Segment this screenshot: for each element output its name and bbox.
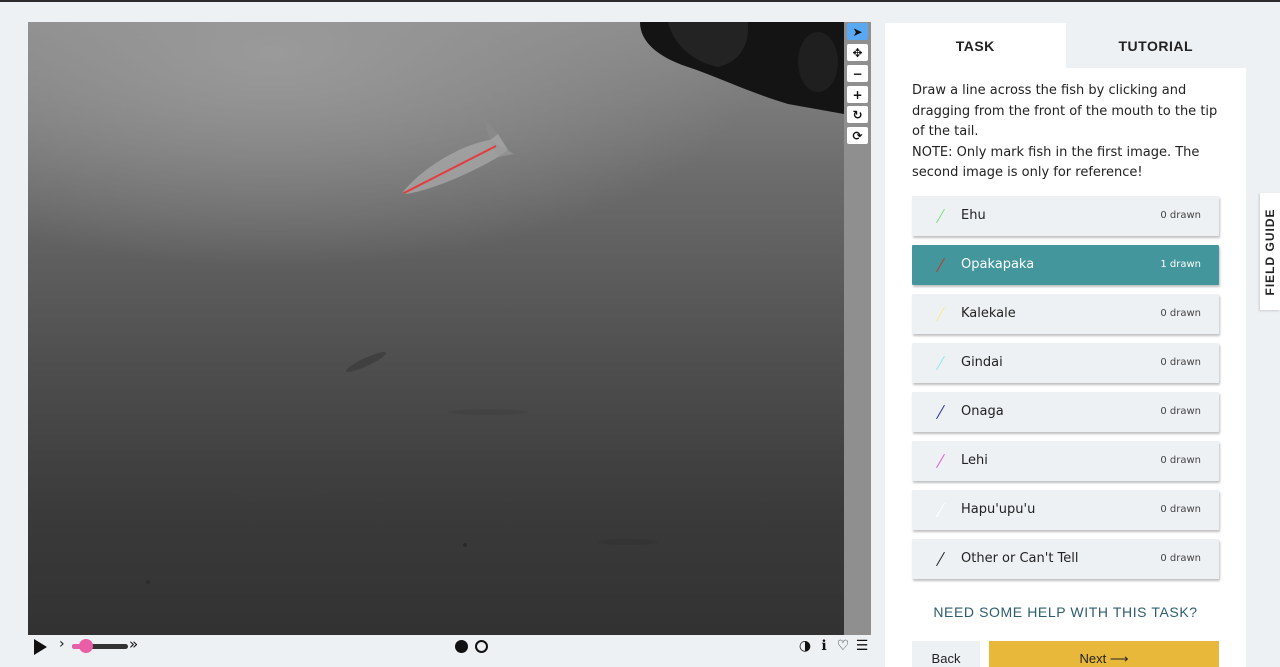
viewer-actions: ◑ ℹ ♡ ☰: [798, 636, 869, 656]
speed-slider-thumb[interactable]: [79, 639, 93, 653]
line-tool-icon: [936, 208, 945, 224]
choice-label: Other or Can't Tell: [961, 551, 1079, 566]
choice-gindai[interactable]: Gindai 0 drawn: [912, 343, 1219, 383]
choice-label: Onaga: [961, 404, 1004, 419]
frame-1-dot[interactable]: [455, 640, 468, 653]
choice-count: 0 drawn: [1160, 210, 1201, 221]
help-link[interactable]: NEED SOME HELP WITH THIS TASK?: [885, 604, 1246, 620]
slower-icon[interactable]: ›: [59, 636, 65, 652]
rotate-icon[interactable]: ↻: [847, 106, 868, 123]
choice-kalekale[interactable]: Kalekale 0 drawn: [912, 294, 1219, 334]
line-tool-icon: [936, 257, 945, 273]
play-icon[interactable]: [34, 639, 47, 655]
viewer-toolbar: ➤ ✥ − + ↻ ⟳: [844, 22, 871, 635]
reset-icon[interactable]: ⟳: [847, 127, 868, 144]
choice-lehi[interactable]: Lehi 0 drawn: [912, 441, 1219, 481]
tab-task[interactable]: TASK: [885, 23, 1066, 68]
choice-onaga[interactable]: Onaga 0 drawn: [912, 392, 1219, 432]
choice-count: 1 drawn: [1160, 259, 1201, 270]
choice-count: 0 drawn: [1160, 357, 1201, 368]
task-instructions: Draw a line across the fish by clicking …: [912, 81, 1232, 184]
choice-count: 0 drawn: [1160, 553, 1201, 564]
subject-viewer[interactable]: ➤ ✥ − + ↻ ⟳: [28, 22, 871, 635]
line-tool-icon: [936, 355, 945, 371]
tab-tutorial[interactable]: TUTORIAL: [1065, 23, 1246, 68]
choice-label: Lehi: [961, 453, 988, 468]
line-tool-icon: [936, 551, 945, 567]
invert-icon[interactable]: ◑: [798, 636, 812, 656]
choice-other[interactable]: Other or Can't Tell 0 drawn: [912, 539, 1219, 579]
species-choices: Ehu 0 drawn Opakapaka 1 drawn Kalekale 0…: [912, 196, 1219, 588]
zoom-in-icon[interactable]: +: [847, 86, 868, 103]
fish: [403, 117, 514, 194]
field-guide-label: FIELD GUIDE: [1263, 207, 1277, 296]
zoom-out-icon[interactable]: −: [847, 65, 868, 82]
image-overlay: [146, 22, 844, 584]
task-panel: TASK TUTORIAL Draw a line across the fis…: [885, 23, 1246, 667]
line-tool-icon: [936, 404, 945, 420]
choice-ehu[interactable]: Ehu 0 drawn: [912, 196, 1219, 236]
choice-label: Kalekale: [961, 306, 1016, 321]
choice-count: 0 drawn: [1160, 406, 1201, 417]
choice-label: Hapu'upu'u: [961, 502, 1036, 517]
info-icon[interactable]: ℹ: [817, 636, 831, 656]
pointer-icon[interactable]: ➤: [847, 23, 868, 40]
frame-2-dot[interactable]: [475, 640, 488, 653]
choice-label: Gindai: [961, 355, 1003, 370]
drawn-line-opakapaka[interactable]: [403, 145, 497, 194]
choice-count: 0 drawn: [1160, 504, 1201, 515]
collections-icon[interactable]: ☰: [855, 636, 869, 656]
choice-opakapaka[interactable]: Opakapaka 1 drawn: [912, 245, 1219, 285]
choice-label: Ehu: [961, 208, 986, 223]
back-button[interactable]: Back: [912, 641, 980, 667]
line-tool-icon: [936, 453, 945, 469]
favorite-icon[interactable]: ♡: [836, 636, 850, 656]
field-guide-tab[interactable]: FIELD GUIDE: [1260, 193, 1280, 310]
line-tool-icon: [936, 502, 945, 518]
move-icon[interactable]: ✥: [847, 44, 868, 61]
task-tabs: TASK TUTORIAL: [885, 23, 1246, 68]
instruction-text: Draw a line across the fish by clicking …: [912, 83, 1218, 139]
playback-controls: › » ◑ ℹ ♡ ☰: [28, 635, 871, 658]
subject-image[interactable]: [28, 22, 844, 635]
choice-count: 0 drawn: [1160, 455, 1201, 466]
choice-label: Opakapaka: [961, 257, 1035, 272]
faster-icon[interactable]: »: [129, 635, 138, 653]
choice-count: 0 drawn: [1160, 308, 1201, 319]
top-bar: [0, 0, 1280, 2]
choice-hapuupuu[interactable]: Hapu'upu'u 0 drawn: [912, 490, 1219, 530]
line-tool-icon: [936, 306, 945, 322]
next-button[interactable]: Next ⟶: [989, 641, 1219, 667]
instruction-note: NOTE: Only mark fish in the first image.…: [912, 144, 1200, 181]
